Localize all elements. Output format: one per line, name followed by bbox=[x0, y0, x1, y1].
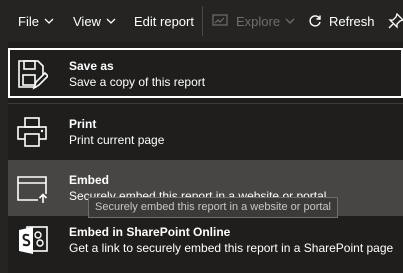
edit-report-button[interactable]: Edit report bbox=[134, 0, 194, 42]
embed-sharepoint-description: Get a link to securely embed this report… bbox=[69, 241, 394, 255]
toolbar: File View Edit report Explore Refresh bbox=[0, 0, 403, 42]
chevron-down-icon bbox=[44, 18, 54, 24]
embed-sharepoint-menu-item[interactable]: Embed in SharePoint Online Get a link to… bbox=[8, 212, 403, 268]
embed-title: Embed bbox=[69, 173, 110, 187]
refresh-button[interactable]: Refresh bbox=[308, 0, 375, 42]
file-menu-label: File bbox=[18, 13, 39, 29]
pin-icon bbox=[388, 13, 403, 29]
explore-menu-label: Explore bbox=[236, 13, 281, 29]
explore-icon bbox=[212, 14, 228, 28]
printer-icon bbox=[16, 116, 48, 148]
refresh-icon bbox=[308, 14, 322, 28]
edit-report-label: Edit report bbox=[134, 13, 194, 29]
print-description: Print current page bbox=[69, 133, 165, 147]
embed-icon bbox=[16, 172, 48, 204]
file-dropdown-menu: Save as Save a copy of this report Print… bbox=[8, 42, 403, 273]
embed-tooltip: Securely embed this report in a website … bbox=[88, 197, 339, 218]
print-menu-item[interactable]: Print Print current page bbox=[8, 104, 403, 160]
save-as-description: Save a copy of this report bbox=[69, 75, 206, 89]
save-as-icon bbox=[16, 58, 50, 90]
print-title: Print bbox=[69, 117, 97, 131]
toolbar-divider bbox=[202, 6, 203, 36]
pin-button[interactable] bbox=[388, 0, 403, 42]
chevron-down-icon bbox=[285, 18, 295, 24]
save-as-menu-item[interactable]: Save as Save a copy of this report bbox=[8, 48, 403, 98]
file-menu-button[interactable]: File bbox=[18, 0, 54, 42]
chevron-down-icon bbox=[106, 18, 116, 24]
embed-sharepoint-title: Embed in SharePoint Online bbox=[69, 225, 231, 239]
explore-menu-button[interactable]: Explore bbox=[212, 0, 295, 42]
view-menu-label: View bbox=[73, 13, 101, 29]
save-as-title: Save as bbox=[69, 59, 114, 73]
sharepoint-icon bbox=[16, 224, 48, 256]
view-menu-button[interactable]: View bbox=[73, 0, 116, 42]
refresh-label: Refresh bbox=[329, 13, 375, 29]
